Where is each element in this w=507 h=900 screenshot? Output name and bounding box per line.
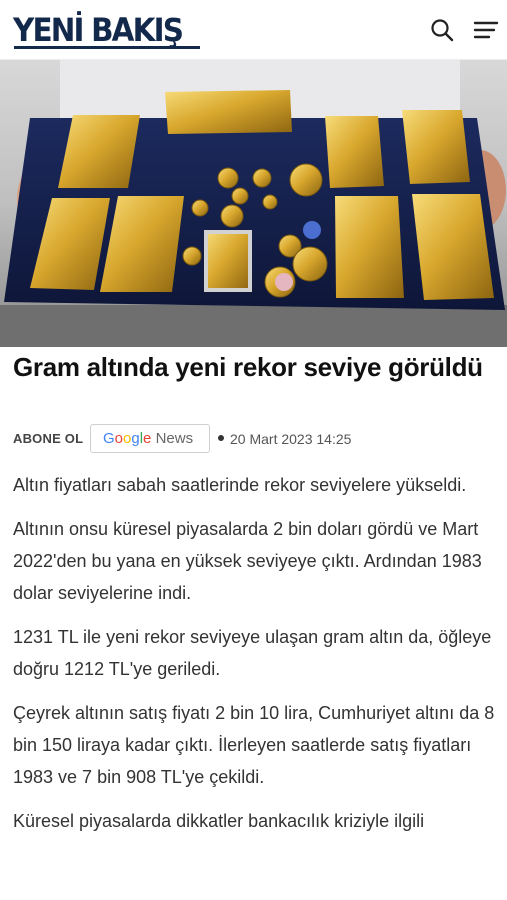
search-icon[interactable] [428,16,456,44]
publish-date: 20 Mart 2023 14:25 [218,431,351,447]
subscribe-link[interactable]: ABONE OL [13,431,83,446]
logo-underline [14,46,200,49]
publish-date-text: 20 Mart 2023 14:25 [230,431,352,447]
article-title: Gram altında yeni rekor seviye görüldü [13,352,483,382]
site-logo[interactable]: YENİ BAKIŞ [13,10,184,50]
bullet-icon [218,435,224,442]
site-header: YENİ BAKIŞ [0,0,507,60]
google-news-logo: Google [103,430,152,447]
google-news-label: News [155,430,194,447]
article-paragraph: Altın fiyatları sabah saatlerinde rekor … [13,475,467,495]
hero-image[interactable] [0,60,507,347]
article-body: Altın fiyatları sabah saatlerinde rekor … [13,469,497,849]
google-news-button[interactable]: Google News [90,424,210,453]
article-paragraph: Altının onsu küresel piyasalarda 2 bin d… [13,519,482,603]
article-meta: ABONE OL Google News 20 Mart 2023 14:25 [13,424,495,454]
article-paragraph: Çeyrek altının satış fiyatı 2 bin 10 lir… [13,703,495,787]
article-paragraph: 1231 TL ile yeni rekor seviyeye ulaşan g… [13,627,492,679]
article-paragraph: Küresel piyasalarda dikkatler bankacılık… [13,811,425,831]
hamburger-menu-icon[interactable] [472,16,500,44]
